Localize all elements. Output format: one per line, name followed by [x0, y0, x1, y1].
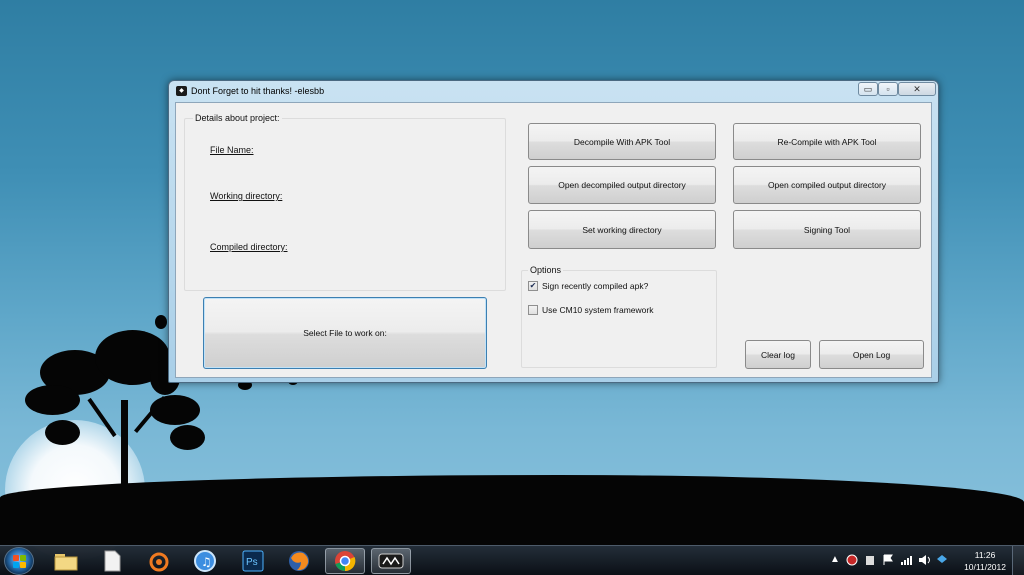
window-title: Dont Forget to hit thanks! -elesbb: [191, 86, 324, 96]
taskbar: ♫ Ps ▲: [0, 545, 1024, 575]
tray-security-icon[interactable]: [846, 554, 858, 570]
taskbar-file-explorer[interactable]: [46, 548, 86, 574]
show-desktop-button[interactable]: [1012, 546, 1024, 575]
tray-expand-icon[interactable]: ▲: [830, 554, 840, 566]
apk-app-icon: ◆: [176, 86, 187, 96]
taskbar-origin[interactable]: [139, 548, 179, 574]
taskbar-firefox[interactable]: [279, 548, 319, 574]
taskbar-photoshop[interactable]: Ps: [233, 548, 273, 574]
clock-time: 11:26: [964, 549, 1006, 561]
chrome-icon: [333, 549, 357, 573]
open-decompiled-dir-button[interactable]: Open decompiled output directory: [528, 166, 716, 204]
select-file-button[interactable]: Select File to work on:: [203, 297, 487, 369]
use-cm10-label: Use CM10 system framework: [542, 305, 653, 315]
itunes-icon: ♫: [193, 549, 217, 573]
options-group: Options ✔ Sign recently compiled apk? Us…: [521, 270, 717, 368]
window-client-area: Details about project: File Name: Workin…: [175, 102, 932, 378]
sign-recent-checkbox[interactable]: ✔: [528, 281, 538, 291]
taskbar-notepad[interactable]: [92, 548, 132, 574]
app-window: ◆ Dont Forget to hit thanks! -elesbb ▭ ▫…: [168, 80, 939, 383]
signing-tool-button[interactable]: Signing Tool: [733, 210, 921, 249]
close-button[interactable]: ✕: [898, 82, 936, 96]
taskbar-itunes[interactable]: ♫: [185, 548, 225, 574]
minimize-button[interactable]: ▭: [858, 82, 878, 96]
apk-tool-icon: [378, 552, 404, 570]
use-cm10-checkbox[interactable]: [528, 305, 538, 315]
clock-date: 10/11/2012: [964, 561, 1006, 573]
tray-volume-icon[interactable]: [918, 554, 932, 570]
details-group-title: Details about project:: [193, 113, 282, 123]
tray-device-icon[interactable]: [864, 554, 876, 570]
taskbar-chrome[interactable]: [325, 548, 365, 574]
maximize-button[interactable]: ▫: [878, 82, 898, 96]
svg-text:Ps: Ps: [246, 557, 258, 568]
clear-log-button[interactable]: Clear log: [745, 340, 811, 369]
document-icon: [103, 550, 121, 572]
decompile-button[interactable]: Decompile With APK Tool: [528, 123, 716, 160]
start-button[interactable]: [4, 547, 34, 575]
details-group: Details about project: File Name: Workin…: [184, 118, 506, 291]
open-compiled-dir-button[interactable]: Open compiled output directory: [733, 166, 921, 204]
taskbar-apk-tool[interactable]: [371, 548, 411, 574]
options-group-title: Options: [528, 265, 563, 275]
firefox-icon: [287, 549, 311, 573]
tray-dropbox-icon[interactable]: [936, 554, 948, 570]
photoshop-icon: Ps: [242, 550, 264, 572]
tray-signal-icon[interactable]: [900, 554, 914, 570]
taskbar-clock[interactable]: 11:26 10/11/2012: [964, 549, 1006, 573]
svg-text:♫: ♫: [201, 555, 212, 569]
set-working-dir-button[interactable]: Set working directory: [528, 210, 716, 249]
folder-icon: [54, 551, 78, 571]
hill-silhouette: [0, 475, 1024, 545]
title-bar[interactable]: ◆ Dont Forget to hit thanks! -elesbb ▭ ▫…: [169, 81, 938, 101]
open-log-button[interactable]: Open Log: [819, 340, 924, 369]
tray-flag-icon[interactable]: [882, 554, 894, 570]
origin-icon: [147, 550, 171, 572]
file-name-label: File Name:: [210, 145, 254, 155]
recompile-button[interactable]: Re-Compile with APK Tool: [733, 123, 921, 160]
sign-recent-label: Sign recently compiled apk?: [542, 281, 648, 291]
compiled-directory-label: Compiled directory:: [210, 242, 288, 252]
working-directory-label: Working directory:: [210, 191, 282, 201]
